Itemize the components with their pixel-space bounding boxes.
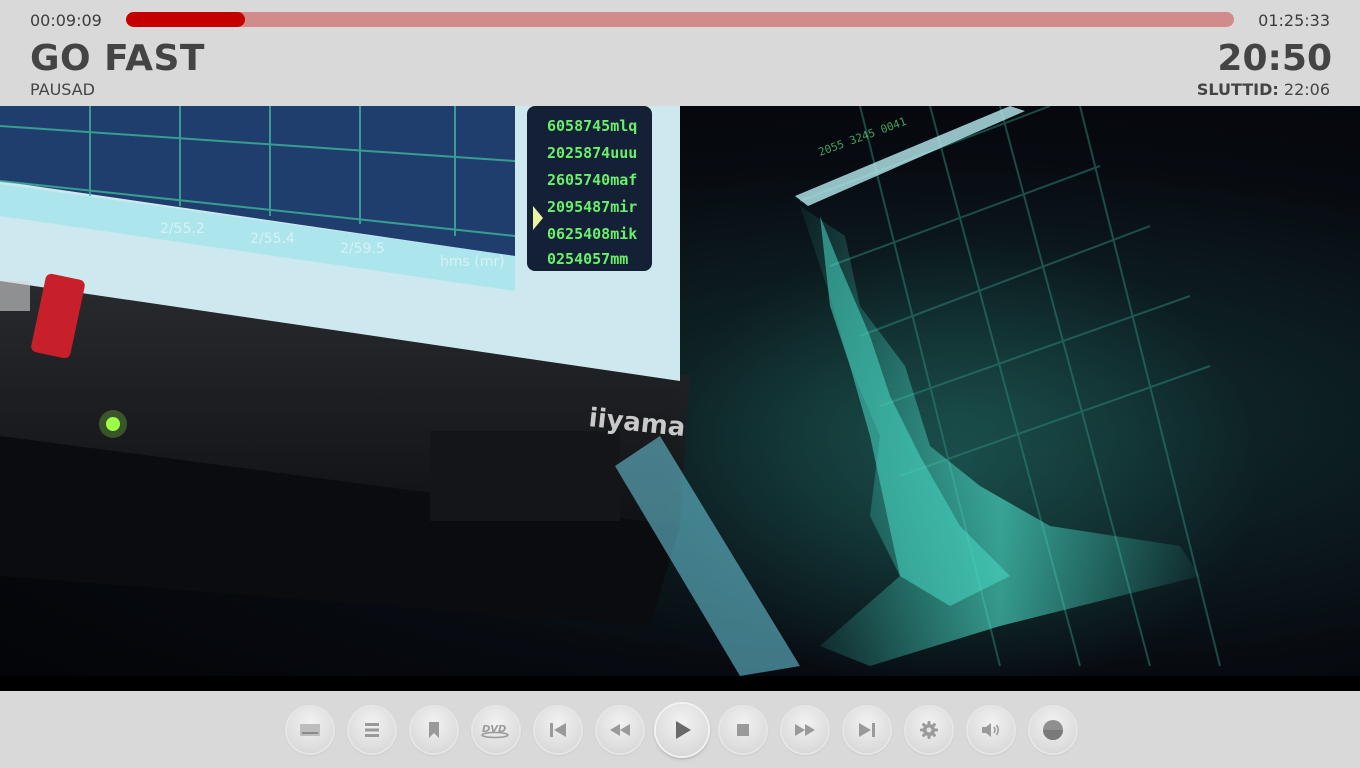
rewind-icon [610, 724, 630, 736]
dvd-menu-button[interactable]: DVD [473, 707, 519, 753]
play-icon [676, 721, 691, 739]
screen-number-4: 2095487mir [547, 198, 637, 216]
media-title: GO FAST [30, 38, 205, 79]
playback-status: PAUSAD [30, 80, 95, 99]
top-info-bar: 00:09:09 01:25:33 GO FAST PAUSAD 20:50 S… [0, 0, 1360, 106]
bookmark-icon [429, 722, 439, 738]
video-still: 6058745mlq 2025874uuu 2605740maf 2095487… [0, 106, 1260, 676]
rewind-button[interactable] [597, 707, 643, 753]
subtitles-button[interactable] [287, 707, 333, 753]
dvd-icon: DVD [481, 724, 509, 739]
video-frame[interactable]: 6058745mlq 2025874uuu 2605740maf 2095487… [0, 106, 1360, 676]
svg-text:2055 3245 0041: 2055 3245 0041 [817, 115, 909, 159]
play-button[interactable] [656, 704, 708, 756]
playback-controls: DVD [287, 704, 1077, 757]
list-icon [365, 723, 379, 737]
end-time-label: SLUTTID: [1196, 80, 1279, 99]
screen-number-1: 6058745mlq [547, 117, 637, 135]
seek-bar-fill [126, 12, 245, 27]
volume-button[interactable] [968, 707, 1014, 753]
menu-button[interactable] [349, 707, 395, 753]
current-clock: 20:50 [1217, 38, 1332, 79]
chart-label-3: 2/59.5 [340, 241, 385, 257]
chart-label-1: 2/55.2 [160, 221, 205, 237]
chart-label-2: 2/55.4 [250, 231, 295, 247]
record-button[interactable] [1030, 707, 1076, 753]
screen-number-3: 2605740maf [547, 171, 637, 189]
skip-previous-button[interactable] [535, 707, 581, 753]
gear-icon [920, 721, 938, 739]
stop-icon [737, 724, 749, 736]
settings-button[interactable] [906, 707, 952, 753]
screen-number-5: 0625408mik [547, 225, 637, 243]
seek-bar[interactable] [126, 12, 1234, 27]
skip-next-icon [859, 723, 875, 737]
total-time: 01:25:33 [1258, 11, 1330, 30]
end-time: SLUTTID: 22:06 [1197, 80, 1330, 99]
skip-previous-icon [550, 723, 566, 737]
end-time-value: 22:06 [1283, 80, 1330, 99]
fast-forward-icon [795, 724, 815, 736]
bookmark-button[interactable] [411, 707, 457, 753]
screen-number-2: 2025874uuu [547, 144, 637, 162]
stop-button[interactable] [720, 707, 766, 753]
skip-next-button[interactable] [844, 707, 890, 753]
letterbox-bar [0, 676, 1360, 691]
volume-icon [982, 723, 1000, 737]
record-icon [1043, 720, 1063, 740]
screen-number-6: 0254057mm [547, 250, 628, 268]
elapsed-time: 00:09:09 [30, 11, 102, 30]
chart-label-4: hms (mr) [440, 254, 505, 270]
fast-forward-button[interactable] [782, 707, 828, 753]
subtitles-icon [300, 724, 320, 736]
